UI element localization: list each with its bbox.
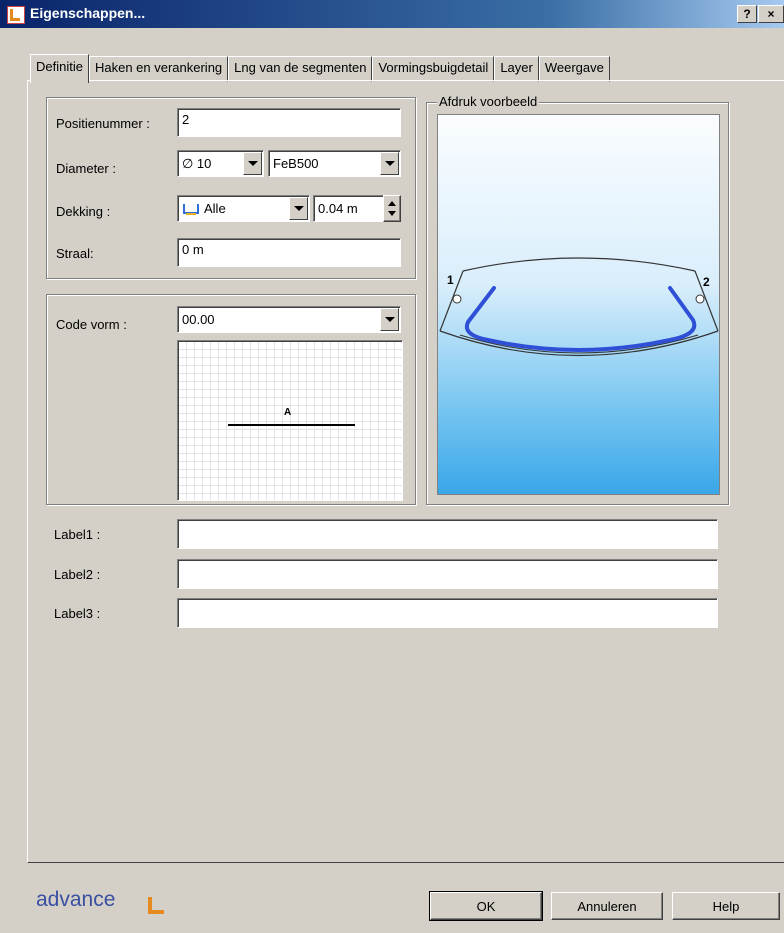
label1-label: Label1 :: [54, 527, 101, 542]
steel-grade-dropdown-button[interactable]: [380, 152, 399, 175]
app-icon: [7, 6, 25, 24]
chevron-down-icon: [293, 206, 304, 211]
help-title-button[interactable]: ?: [737, 5, 757, 23]
tab-strip: Definitie Haken en verankering Lng van d…: [30, 54, 610, 83]
label2-input[interactable]: [177, 559, 718, 589]
tab-lng-van-de-segmenten[interactable]: Lng van de segmenten: [228, 56, 373, 82]
label3-input[interactable]: [177, 598, 718, 628]
cover-mode-select[interactable]: Alle: [177, 195, 310, 222]
tab-vormingsbuigdetail[interactable]: Vormingsbuigdetail: [372, 56, 495, 82]
end-2-label: 2: [703, 275, 710, 289]
spin-arrows-icon: [388, 201, 396, 216]
preview-group-label: Afdruk voorbeeld: [437, 94, 540, 109]
chevron-down-icon: [247, 161, 258, 166]
cover-icon: [183, 203, 199, 215]
shape-preview: A: [177, 340, 403, 501]
tab-layer[interactable]: Layer: [494, 56, 539, 82]
label2-label: Label2 :: [54, 567, 101, 582]
position-label: Positienummer :: [56, 116, 150, 131]
cover-label: Dekking :: [56, 204, 111, 219]
window-title: Eigenschappen...: [30, 5, 146, 21]
cancel-button[interactable]: Annuleren: [551, 892, 663, 920]
chevron-down-icon: [384, 317, 395, 322]
diameter-value: ∅ 10: [182, 155, 212, 171]
tab-definitie[interactable]: Definitie: [30, 54, 89, 83]
tab-haken-en-verankering[interactable]: Haken en verankering: [88, 56, 229, 82]
shape-code-dropdown-button[interactable]: [380, 308, 399, 331]
brand-logo: advance: [36, 888, 116, 911]
label1-input[interactable]: [177, 519, 718, 549]
help-button[interactable]: Help: [672, 892, 780, 920]
radius-label: Straal:: [56, 246, 94, 261]
label3-label: Label3 :: [54, 606, 101, 621]
shape-code-select[interactable]: 00.00: [177, 306, 401, 333]
radius-input[interactable]: 0 m: [177, 238, 401, 267]
diameter-select[interactable]: ∅ 10: [177, 150, 264, 177]
print-preview: 1 2: [437, 114, 720, 495]
steel-grade-value: FeB500: [273, 156, 319, 171]
tab-weergave[interactable]: Weergave: [538, 56, 610, 82]
diameter-label: Diameter :: [56, 161, 116, 176]
cover-mode-dropdown-button[interactable]: [289, 197, 308, 220]
chevron-down-icon: [384, 161, 395, 166]
end-1-label: 1: [447, 273, 454, 287]
straight-bar-shape: [228, 424, 355, 426]
rebar-preview-drawing: [439, 257, 719, 357]
cover-spinner[interactable]: [383, 195, 401, 222]
cover-value-input[interactable]: 0.04 m: [313, 195, 384, 222]
segment-label: A: [284, 407, 292, 418]
position-input[interactable]: 2: [177, 108, 401, 137]
ok-button[interactable]: OK: [429, 891, 543, 921]
diameter-dropdown-button[interactable]: [243, 152, 262, 175]
steel-grade-select[interactable]: FeB500: [268, 150, 401, 177]
shape-code-label: Code vorm :: [56, 317, 127, 332]
cover-mode-value: Alle: [204, 201, 226, 216]
close-title-button[interactable]: ×: [758, 5, 784, 23]
brand-logo-icon: [148, 897, 164, 914]
shape-code-value: 00.00: [182, 312, 215, 327]
